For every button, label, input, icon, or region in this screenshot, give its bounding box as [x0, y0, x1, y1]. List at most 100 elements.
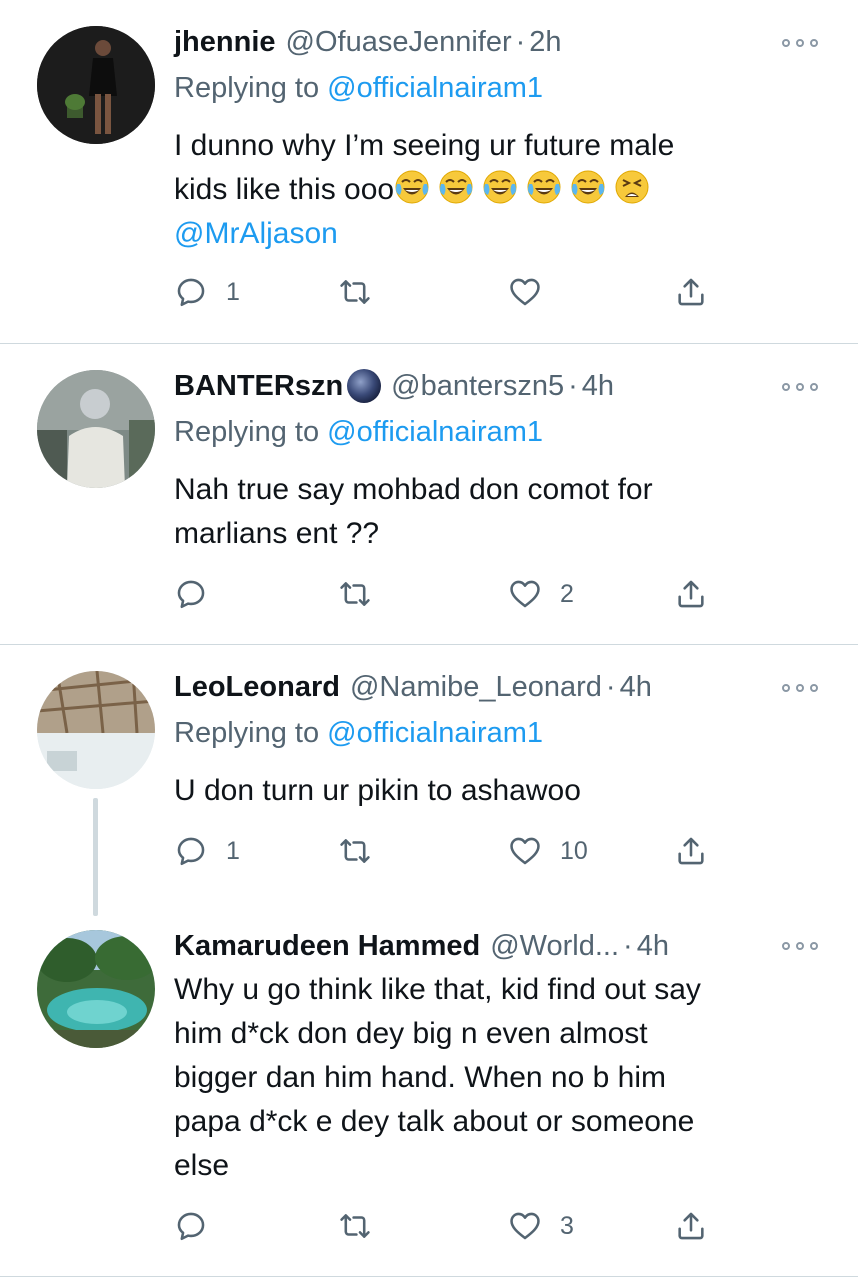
more-options-icon[interactable] — [782, 381, 818, 393]
reply-button[interactable] — [174, 572, 226, 616]
avatar[interactable] — [37, 671, 155, 789]
share-button[interactable] — [674, 1204, 708, 1248]
share-button[interactable] — [674, 270, 708, 314]
mention-link[interactable]: @MrAljason — [174, 212, 824, 256]
face-with-tears-of-joy-icon — [438, 169, 474, 205]
replying-to: Replying to @officialnairam1 — [174, 68, 543, 108]
tweet-header: jhennie @OfuaseJennifer · 2h — [174, 22, 562, 62]
display-name[interactable]: LeoLeonard — [174, 667, 340, 707]
replying-to: Replying to @officialnairam1 — [174, 412, 543, 452]
tweet-text-line: him d*ck don dey big n even almost — [174, 1017, 648, 1050]
tweet-header: BANTERszn @banterszn5 · 4h — [174, 366, 614, 406]
share-icon — [678, 278, 704, 306]
heart-icon — [510, 1212, 540, 1240]
retweet-button[interactable] — [338, 1204, 390, 1248]
reply-button[interactable]: 1 — [174, 829, 240, 873]
like-count: 3 — [560, 1211, 574, 1240]
more-options-icon[interactable] — [782, 37, 818, 49]
tweet-text: U don turn ur pikin to ashawoo — [174, 769, 824, 813]
tweet-text-line: bigger dan him hand. When no b him — [174, 1061, 666, 1094]
tweet-leoleonard[interactable]: LeoLeonard @Namibe_Leonard · 4h Replying… — [0, 645, 858, 915]
share-icon — [678, 837, 704, 865]
heart-icon — [510, 580, 540, 608]
like-count: 2 — [560, 579, 574, 608]
share-button[interactable] — [674, 572, 708, 616]
like-button[interactable]: 2 — [508, 572, 574, 616]
reply-count: 1 — [226, 836, 240, 865]
reply-button[interactable] — [174, 1204, 226, 1248]
user-handle[interactable]: @World... — [490, 926, 619, 966]
heart-icon — [510, 278, 540, 306]
tweet-banterszn[interactable]: BANTERszn @banterszn5 · 4h Replying to @… — [0, 344, 858, 644]
replying-to-mention[interactable]: @officialnairam1 — [327, 72, 543, 104]
display-name[interactable]: Kamarudeen Hammed — [174, 926, 480, 966]
tweet-text-line: Why u go think like that, kid find out s… — [174, 973, 701, 1006]
face-with-tears-of-joy-icon — [482, 169, 518, 205]
retweet-icon — [340, 839, 370, 863]
reply-button[interactable]: 1 — [174, 270, 240, 314]
display-name[interactable]: BANTERszn — [174, 366, 343, 406]
display-name[interactable]: jhennie — [174, 22, 276, 62]
tweet-kamarudeen[interactable]: Kamarudeen Hammed @World... · 4h Why u g… — [0, 916, 858, 1274]
share-icon — [678, 580, 704, 608]
tweet-text-line: papa d*ck e dey talk about or someone — [174, 1105, 695, 1138]
like-button[interactable]: 10 — [508, 829, 588, 873]
avatar[interactable] — [37, 930, 155, 1048]
tweet-text-line: else — [174, 1149, 230, 1182]
more-options-icon[interactable] — [782, 682, 818, 694]
replying-to-prefix: Replying to — [174, 416, 328, 448]
replying-to-prefix: Replying to — [174, 717, 328, 749]
divider — [0, 1276, 858, 1277]
tweet-actions: 2 — [174, 572, 734, 616]
more-options-icon[interactable] — [782, 940, 818, 952]
tweet-text: Nah true say mohbad don comot for marlia… — [174, 468, 824, 556]
tweet-text-line: kids like this ooo — [174, 168, 824, 212]
like-button[interactable] — [508, 270, 560, 314]
retweet-button[interactable] — [338, 829, 390, 873]
user-handle[interactable]: @OfuaseJennifer — [286, 22, 512, 62]
replying-to-prefix: Replying to — [174, 72, 328, 104]
replying-to-mention[interactable]: @officialnairam1 — [327, 717, 543, 749]
separator-dot: · — [623, 930, 633, 962]
separator-dot: · — [515, 26, 526, 58]
retweet-button[interactable] — [338, 572, 390, 616]
tweet-actions: 1 — [174, 270, 734, 314]
face-with-tears-of-joy-icon — [526, 169, 562, 205]
timestamp[interactable]: 2h — [529, 22, 561, 62]
separator-dot: · — [568, 370, 578, 402]
tweet-text-fragment: kids like this ooo — [174, 173, 395, 206]
share-button[interactable] — [674, 829, 708, 873]
tweet-text: I dunno why I’m seeing ur future male ki… — [174, 124, 824, 256]
face-with-tears-of-joy-icon — [570, 169, 606, 205]
reply-icon — [177, 1212, 205, 1241]
retweet-icon — [340, 1214, 370, 1238]
tweet-header: LeoLeonard @Namibe_Leonard · 4h — [174, 667, 652, 707]
timestamp[interactable]: 4h — [637, 926, 669, 966]
retweet-icon — [340, 280, 370, 304]
timestamp[interactable]: 4h — [620, 667, 652, 707]
tweet-text-line: I dunno why I’m seeing ur future male — [174, 129, 675, 162]
like-count: 10 — [560, 836, 588, 865]
timestamp[interactable]: 4h — [582, 366, 614, 406]
tweet-jhennie[interactable]: jhennie @OfuaseJennifer · 2h Replying to… — [0, 0, 858, 344]
reply-count: 1 — [226, 277, 240, 306]
avatar[interactable] — [37, 370, 155, 488]
tweet-header: Kamarudeen Hammed @World... · 4h — [174, 926, 669, 966]
replying-to-mention[interactable]: @officialnairam1 — [327, 416, 543, 448]
tweet-text-line: Nah true say mohbad don comot for — [174, 473, 653, 506]
like-button[interactable]: 3 — [508, 1204, 574, 1248]
replying-to: Replying to @officialnairam1 — [174, 713, 543, 753]
reply-icon — [177, 837, 205, 866]
tweet-actions: 1 10 — [174, 829, 734, 873]
heart-icon — [510, 837, 540, 865]
separator-dot: · — [605, 671, 616, 703]
thread-connector-line — [93, 798, 98, 916]
face-with-tears-of-joy-icon — [394, 169, 430, 205]
avatar[interactable] — [37, 26, 155, 144]
retweet-button[interactable] — [338, 270, 390, 314]
user-handle[interactable]: @Namibe_Leonard — [350, 667, 602, 707]
tweet-text-line: marlians ent ?? — [174, 517, 380, 550]
retweet-icon — [340, 582, 370, 606]
user-handle[interactable]: @banterszn5 — [391, 366, 564, 406]
new-moon-icon — [347, 369, 382, 403]
